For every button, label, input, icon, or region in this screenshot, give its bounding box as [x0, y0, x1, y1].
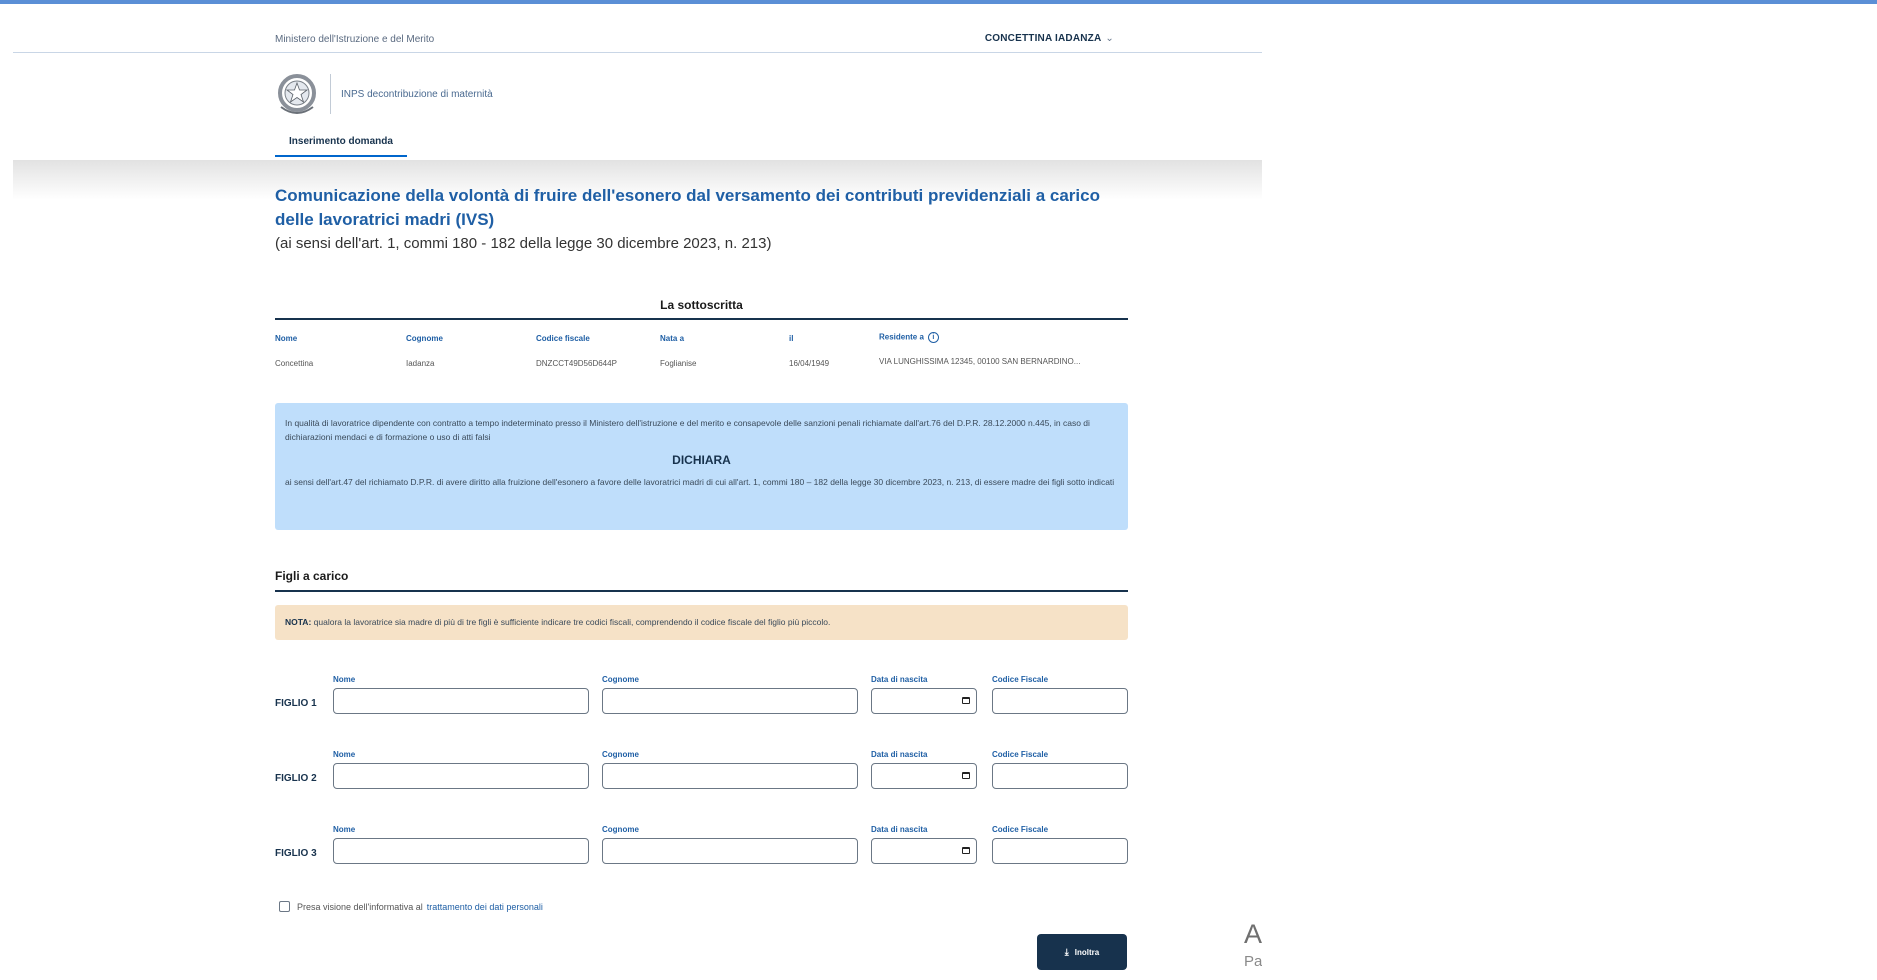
italian-republic-emblem-icon: [278, 74, 316, 114]
field-il: il 16/04/1949: [789, 334, 829, 368]
label-nata-a: Nata a: [660, 334, 685, 343]
child-field-label-cognome: Cognome: [602, 750, 639, 759]
label-residente-a: Residente a: [879, 332, 924, 342]
overlay-line-2: Pas: [1244, 953, 1262, 970]
chevron-down-icon: ⌄: [1105, 33, 1114, 44]
page-subtitle: (ai sensi dell'art. 1, commi 180 - 182 d…: [275, 235, 772, 252]
privacy-link[interactable]: trattamento dei dati personali: [427, 902, 543, 912]
label-nome: Nome: [275, 334, 298, 343]
slim-header: Ministero dell'Istruzione e del Merito C…: [13, 4, 1262, 53]
inoltra-button[interactable]: ⤓ Inoltra: [1037, 934, 1127, 970]
child-1-date-input[interactable]: [871, 688, 977, 714]
child-row-label: FIGLIO 3: [275, 848, 317, 859]
field-codice-fiscale: Codice fiscale DNZCCT49D56D644P: [536, 334, 617, 368]
service-name: INPS decontribuzione di maternità: [341, 88, 493, 100]
value-nome: Concettina: [275, 359, 314, 368]
ministry-link[interactable]: Ministero dell'Istruzione e del Merito: [275, 34, 434, 45]
consent-text: Presa visione dell'informativa al: [297, 901, 423, 912]
value-nata-a: Foglianise: [660, 359, 697, 368]
note-label: NOTA:: [285, 617, 312, 627]
inoltra-label: Inoltra: [1074, 947, 1100, 957]
child-1-cognome-input[interactable]: [602, 688, 858, 714]
activation-overlay: At Pas: [1244, 917, 1262, 980]
value-codice-fiscale: DNZCCT49D56D644P: [536, 359, 617, 368]
brand-bar: INPS decontribuzione di maternità: [275, 66, 493, 122]
child-field-label-cognome: Cognome: [602, 825, 639, 834]
child-3-date-input[interactable]: [871, 838, 977, 864]
field-nata-a: Nata a Foglianise: [660, 334, 696, 368]
child-row-label: FIGLIO 2: [275, 773, 317, 784]
child-field-label-data: Data di nascita: [871, 750, 928, 759]
child-2-nome-input[interactable]: [333, 763, 589, 789]
note-text: qualora la lavoratrice sia madre di più …: [313, 617, 831, 627]
declaration-box: In qualità di lavoratrice dipendente con…: [275, 403, 1128, 530]
child-3-nome-input[interactable]: [333, 838, 589, 864]
calendar-icon[interactable]: [962, 772, 970, 779]
field-cognome: Cognome Iadanza: [406, 334, 443, 368]
child-field-label-cf: Codice Fiscale: [992, 825, 1049, 834]
child-row-3: FIGLIO 3 Nome Cognome Data di nascita Co…: [275, 825, 1128, 875]
value-cognome: Iadanza: [406, 359, 435, 368]
user-name: CONCETTINA IADANZA: [984, 33, 1102, 44]
privacy-consent: Presa visione dell'informativa al tratta…: [279, 901, 543, 912]
child-2-date-input[interactable]: [871, 763, 977, 789]
field-nome: Nome Concettina: [275, 334, 313, 368]
brand-separator: [330, 74, 331, 114]
child-row-1: FIGLIO 1 Nome Cognome Data di nascita Co…: [275, 675, 1128, 725]
child-field-label-data: Data di nascita: [871, 825, 928, 834]
calendar-icon[interactable]: [962, 697, 970, 704]
child-row-2: FIGLIO 2 Nome Cognome Data di nascita Co…: [275, 750, 1128, 800]
child-row-label: FIGLIO 1: [275, 698, 317, 709]
child-field-label-nome: Nome: [333, 675, 356, 684]
app-window: Ministero dell'Istruzione e del Merito C…: [13, 4, 1262, 980]
label-codice-fiscale: Codice fiscale: [536, 334, 590, 343]
label-il: il: [789, 334, 794, 343]
child-1-cf-input[interactable]: [992, 688, 1128, 714]
declaration-intro: In qualità di lavoratrice dipendente con…: [285, 418, 1090, 442]
child-2-cognome-input[interactable]: [602, 763, 858, 789]
main-content: Comunicazione della volontà di fruire de…: [275, 184, 1128, 970]
consent-checkbox[interactable]: [279, 901, 290, 912]
page-title: Comunicazione della volontà di fruire de…: [275, 186, 1100, 229]
main-nav: Inserimento domanda: [275, 130, 407, 158]
field-residente-a: Residente ai VIA LUNGHISSIMA 12345, 0010…: [879, 332, 1080, 366]
user-menu[interactable]: CONCETTINA IADANZA ⌄: [985, 33, 1114, 44]
declaration-body: ai sensi dell'art.47 del richiamato D.P.…: [285, 477, 1115, 487]
child-field-label-cf: Codice Fiscale: [992, 750, 1049, 759]
sottoscritta-heading: La sottoscritta: [275, 298, 1128, 320]
child-field-label-nome: Nome: [333, 750, 356, 759]
child-3-cf-input[interactable]: [992, 838, 1128, 864]
note-box: NOTA: qualora la lavoratrice sia madre d…: [275, 605, 1128, 640]
overlay-line-1: At: [1244, 919, 1262, 949]
child-field-label-cognome: Cognome: [602, 675, 639, 684]
value-il: 16/04/1949: [789, 359, 830, 368]
download-icon: ⤓: [1064, 946, 1069, 957]
tab-inserimento-domanda[interactable]: Inserimento domanda: [275, 130, 407, 157]
child-field-label-nome: Nome: [333, 825, 356, 834]
calendar-icon[interactable]: [962, 847, 970, 854]
figli-heading: Figli a carico: [275, 569, 1128, 592]
child-2-cf-input[interactable]: [992, 763, 1128, 789]
child-1-nome-input[interactable]: [333, 688, 589, 714]
value-residente-a: VIA LUNGHISSIMA 12345, 00100 SAN BERNARD…: [879, 357, 1081, 366]
child-field-label-cf: Codice Fiscale: [992, 675, 1049, 684]
label-cognome: Cognome: [406, 334, 443, 343]
child-3-cognome-input[interactable]: [602, 838, 858, 864]
declaration-heading: DICHIARA: [672, 453, 731, 467]
child-field-label-data: Data di nascita: [871, 675, 928, 684]
info-icon[interactable]: i: [927, 332, 939, 343]
